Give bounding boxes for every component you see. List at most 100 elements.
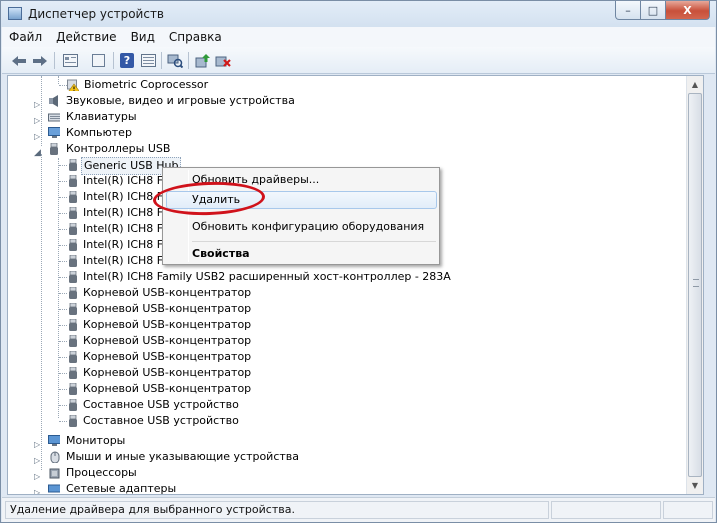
usb-device-icon (69, 319, 77, 331)
vertical-scrollbar[interactable]: ▲ ▼ (686, 76, 703, 494)
doc-icon[interactable] (89, 52, 107, 69)
tree-label: Мыши и иные указывающие устройства (66, 450, 300, 463)
menu-item-scan-hardware[interactable]: Обновить конфигурацию оборудования (192, 220, 424, 233)
tree-label: Составное USB устройство (83, 398, 239, 411)
usb-device-icon (69, 239, 77, 251)
back-arrow-icon[interactable] (10, 52, 28, 69)
mouse-icon (50, 451, 60, 463)
usb-device-icon (69, 415, 77, 427)
status-bar: Удаление драйвера для выбранного устройс… (2, 497, 715, 522)
processor-icon (49, 468, 60, 479)
usb-device-icon (69, 335, 77, 347)
scroll-up-icon[interactable]: ▲ (687, 76, 703, 93)
tree-label: Процессоры (66, 466, 137, 479)
tree-category-computer[interactable]: ▷ Компьютер (8, 125, 686, 141)
tree-label: Звуковые, видео и игровые устройства (66, 94, 295, 107)
device-manager-icon (8, 7, 22, 20)
usb-device-icon (69, 383, 77, 395)
device-manager-window: Диспетчер устройств – □ X Файл Действие … (0, 0, 717, 523)
tree-category-processors[interactable]: ▷ Процессоры (8, 465, 686, 481)
tree-row-usb-device[interactable]: Корневой USB-концентратор (8, 381, 686, 397)
usb-device-icon (69, 191, 77, 203)
update-driver-icon[interactable] (194, 52, 212, 69)
tree-row-usb-device[interactable]: Intel(R) ICH8 Family USB2 расширенный хо… (8, 269, 686, 285)
menu-separator (192, 241, 436, 242)
tree-row-usb-device[interactable]: Корневой USB-концентратор (8, 317, 686, 333)
computer-icon (48, 127, 60, 138)
status-cell-empty (551, 501, 661, 519)
device-tree[interactable]: Biometric Coprocessor ▷ Звуковые, видео … (7, 75, 704, 495)
usb-device-icon (69, 207, 77, 219)
menu-bar: Файл Действие Вид Справка (2, 27, 715, 47)
tree-row-biometric[interactable]: Biometric Coprocessor (8, 77, 686, 93)
sound-device-icon (49, 95, 58, 107)
usb-device-icon (69, 367, 77, 379)
tree-label: Intel(R) ICH8 Far (83, 174, 174, 187)
tree-label: Компьютер (66, 126, 132, 139)
title-bar[interactable]: Диспетчер устройств – □ X (1, 1, 716, 27)
expand-arrow-icon[interactable]: ▷ (34, 485, 40, 494)
tree-label: Корневой USB-концентратор (83, 302, 252, 315)
tree-label: Сетевые адаптеры (66, 482, 177, 495)
uninstall-icon[interactable] (214, 52, 232, 69)
tree-label: Клавиатуры (66, 110, 137, 123)
tree-label: Intel(R) ICH8 Far (83, 254, 174, 267)
tree-label: Biometric Coprocessor (84, 78, 209, 91)
usb-device-icon (69, 175, 77, 187)
menu-action[interactable]: Действие (49, 30, 123, 44)
tree-label: Intel(R) ICH8 Far (83, 238, 174, 251)
keyboard-icon (48, 113, 60, 122)
toolbar: ? (2, 47, 715, 74)
list-icon[interactable] (139, 52, 157, 69)
maximize-button[interactable]: □ (641, 1, 666, 20)
tree-label: Составное USB устройство (83, 414, 239, 427)
tree-category-keyboards[interactable]: ▷ Клавиатуры (8, 109, 686, 125)
menu-file[interactable]: Файл (2, 30, 49, 44)
tree-label: Мониторы (66, 434, 126, 447)
tree-label: Контроллеры USB (66, 142, 171, 155)
close-button[interactable]: X (666, 1, 710, 20)
help-icon[interactable]: ? (118, 52, 136, 69)
tree-row-usb-device[interactable]: Корневой USB-концентратор (8, 349, 686, 365)
tree-row-usb-device[interactable]: Корневой USB-концентратор (8, 285, 686, 301)
tree-label: Intel(R) ICH8 Family USB2 расширенный хо… (83, 270, 451, 283)
tree-category-monitors[interactable]: ▷ Мониторы (8, 433, 686, 449)
usb-device-icon (69, 351, 77, 363)
tree-row-usb-device[interactable]: Корневой USB-концентратор (8, 333, 686, 349)
forward-arrow-icon[interactable] (31, 52, 49, 69)
tree-category-usb[interactable]: ◢ Контроллеры USB (8, 141, 686, 158)
monitor-icon (48, 435, 60, 446)
tree-category-network[interactable]: ▷ Сетевые адаптеры (8, 481, 686, 495)
status-text: Удаление драйвера для выбранного устройс… (5, 501, 549, 519)
usb-device-icon (69, 255, 77, 267)
window-title: Диспетчер устройств (28, 7, 165, 21)
usb-controller-icon (50, 143, 58, 155)
tree-row-usb-device[interactable]: Составное USB устройство (8, 397, 686, 413)
tree-row-usb-device[interactable]: Корневой USB-концентратор (8, 301, 686, 317)
tree-label: Корневой USB-концентратор (83, 382, 252, 395)
warning-device-icon (67, 79, 79, 91)
usb-device-icon (69, 287, 77, 299)
scroll-down-icon[interactable]: ▼ (687, 477, 703, 494)
menu-help[interactable]: Справка (162, 30, 229, 44)
usb-device-icon (69, 223, 77, 235)
scan-hardware-icon[interactable] (166, 52, 184, 69)
network-adapter-icon (48, 484, 60, 493)
tree-category-mice[interactable]: ▷ Мыши и иные указывающие устройства (8, 449, 686, 465)
scroll-thumb[interactable] (688, 93, 702, 477)
tree-category-sound[interactable]: ▷ Звуковые, видео и игровые устройства (8, 93, 686, 109)
tree-label: Корневой USB-концентратор (83, 334, 252, 347)
usb-device-icon (69, 303, 77, 315)
minimize-button[interactable]: – (615, 1, 641, 20)
menu-item-properties[interactable]: Свойства (192, 247, 250, 260)
tree-label: Корневой USB-концентратор (83, 366, 252, 379)
usb-device-icon (69, 271, 77, 283)
tree-row-usb-device[interactable]: Корневой USB-концентратор (8, 365, 686, 381)
status-cell-empty (663, 501, 713, 519)
tree-label: Корневой USB-концентратор (83, 286, 252, 299)
tree-row-usb-device[interactable]: Составное USB устройство (8, 413, 686, 429)
usb-device-icon (69, 399, 77, 411)
properties-icon[interactable] (61, 52, 79, 69)
tree-label: Корневой USB-концентратор (83, 318, 252, 331)
menu-view[interactable]: Вид (124, 30, 162, 44)
